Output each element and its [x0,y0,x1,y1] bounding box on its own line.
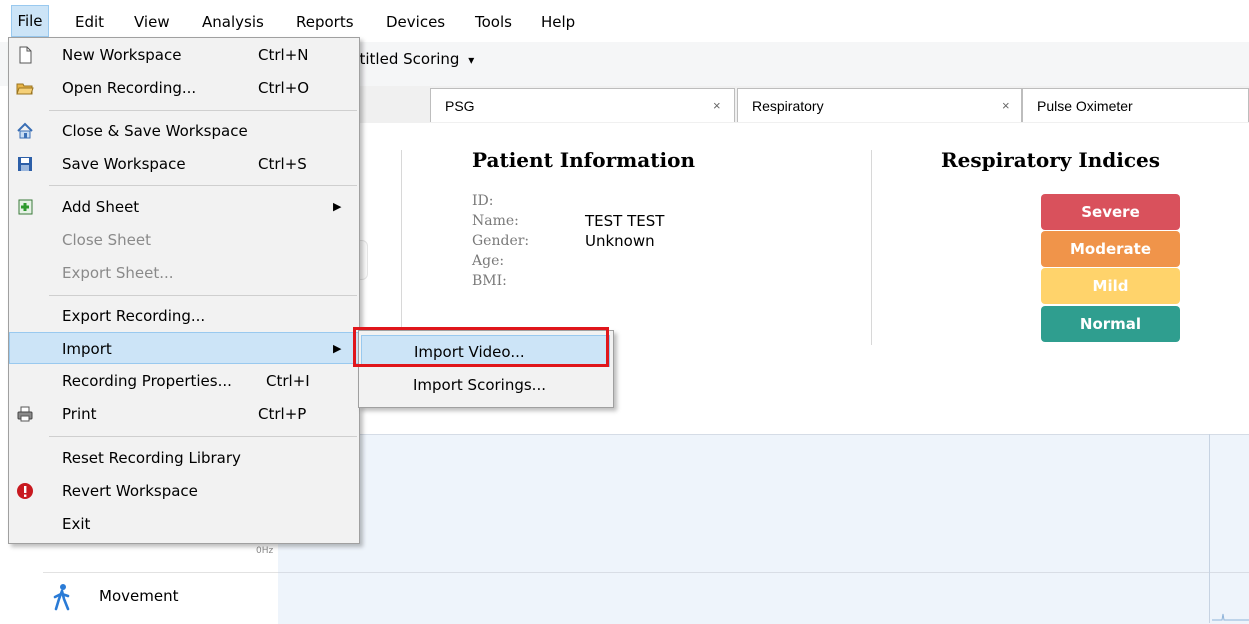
bmi-label: BMI: [472,273,507,289]
hz-axis-label: 0Hz [256,546,274,556]
tab-pulse-oximeter[interactable]: Pulse Oximeter [1022,88,1249,122]
menu-item-export-sheet[interactable]: Export Sheet... [9,257,359,289]
menu-item-close-sheet[interactable]: Close Sheet [9,224,359,256]
scoring-dropdown[interactable]: ntitled Scoring ▾ [350,50,474,68]
home-icon [17,122,33,139]
movement-channel-label: Movement [99,587,179,605]
divider [401,150,402,345]
warning-icon [17,483,33,499]
menu-analysis[interactable]: Analysis [202,10,264,34]
menu-item-reset-recording-library[interactable]: Reset Recording Library [9,442,359,474]
menu-help[interactable]: Help [541,10,575,34]
id-label: ID: [472,193,494,209]
menu-item-close-save-workspace[interactable]: Close & Save Workspace [9,115,359,147]
floppy-disk-icon [18,157,32,171]
severity-badge-mild: Mild [1041,268,1180,304]
close-icon[interactable]: × [1002,89,1010,123]
chart-cursor-line [1209,434,1210,623]
add-sheet-icon [18,199,33,215]
tab-respiratory[interactable]: Respiratory × [737,88,1022,122]
chart-gridline [278,572,1249,573]
name-label: Name: [472,213,519,229]
divider [871,150,872,345]
menu-item-save-workspace[interactable]: Save Workspace Ctrl+S [9,148,359,180]
signal-trace [1212,613,1249,621]
channel-divider [43,572,278,573]
submenu-arrow-icon: ▶ [333,342,342,355]
person-walking-icon [53,584,70,611]
severity-badge-normal: Normal [1041,306,1180,342]
menu-item-add-sheet[interactable]: Add Sheet ▶ [9,191,359,223]
severity-badge-moderate: Moderate [1041,231,1180,267]
close-icon[interactable]: × [713,89,721,123]
menu-separator [49,185,357,186]
respiratory-indices-title: Respiratory Indices [941,148,1161,172]
scoring-label: ntitled Scoring [350,50,460,68]
patient-info-title: Patient Information [472,148,695,172]
tab-label: Respiratory [752,98,824,114]
menu-item-import-scorings[interactable]: Import Scorings... [361,369,610,401]
menu-reports[interactable]: Reports [296,10,354,34]
menu-item-new-workspace[interactable]: New Workspace Ctrl+N [9,39,359,71]
tab-label: Pulse Oximeter [1037,98,1133,114]
tab-label: PSG [445,98,475,114]
highlight-annotation [353,327,609,367]
menu-separator [49,436,357,437]
menu-edit[interactable]: Edit [75,10,104,34]
menu-devices[interactable]: Devices [386,10,445,34]
new-document-icon [19,46,32,64]
tab-psg[interactable]: PSG × [430,88,735,122]
chevron-down-icon: ▾ [468,53,475,67]
menu-item-exit[interactable]: Exit [9,508,359,540]
name-value: TEST TEST [585,212,665,230]
menu-view[interactable]: View [134,10,170,34]
severity-badge-severe: Severe [1041,194,1180,230]
menu-file[interactable]: File [11,5,49,37]
open-folder-icon [16,83,34,95]
menu-item-revert-workspace[interactable]: Revert Workspace [9,475,359,507]
menu-item-import[interactable]: Import ▶ [9,332,359,364]
gender-value: Unknown [585,232,655,250]
signal-chart[interactable] [278,434,1249,624]
menu-item-print[interactable]: Print Ctrl+P [9,398,359,430]
menu-separator [49,295,357,296]
age-label: Age: [472,253,505,269]
gender-label: Gender: [472,233,530,249]
menu-separator [49,110,357,111]
submenu-arrow-icon: ▶ [333,200,342,213]
menu-item-recording-properties[interactable]: Recording Properties... Ctrl+I [9,365,359,397]
menu-bar: File Edit View Analysis Reports Devices … [0,0,1249,42]
file-menu: New Workspace Ctrl+N Open Recording... C… [8,37,360,544]
menu-tools[interactable]: Tools [475,10,512,34]
menu-item-export-recording[interactable]: Export Recording... [9,300,359,332]
printer-icon [17,406,33,422]
menu-item-open-recording[interactable]: Open Recording... Ctrl+O [9,72,359,104]
